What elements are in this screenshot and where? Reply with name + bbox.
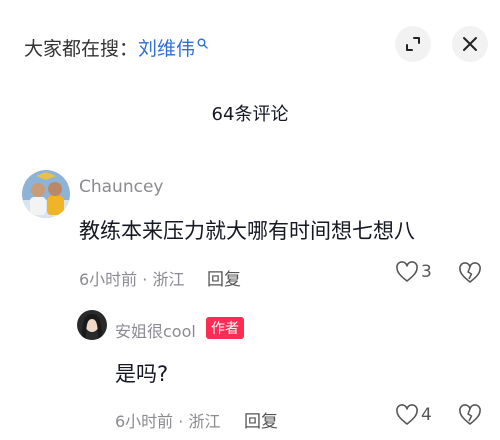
broken-heart-icon <box>459 262 481 283</box>
comments-count-title: 64条评论 <box>211 104 289 125</box>
avatar[interactable] <box>22 170 70 218</box>
expand-button[interactable] <box>395 26 431 62</box>
search-icon <box>197 32 208 54</box>
comment-username[interactable]: Chauncey <box>79 177 163 197</box>
search-keyword[interactable]: 刘维伟 <box>138 38 195 60</box>
comment-meta: 6小时前 · 浙江 <box>115 412 221 431</box>
expand-icon <box>406 37 420 51</box>
avatar[interactable] <box>77 310 107 340</box>
like-button[interactable]: 4 <box>395 404 432 426</box>
close-icon <box>463 37 477 51</box>
heart-icon <box>396 261 418 282</box>
heart-icon <box>396 404 418 425</box>
comment-text: 是吗? <box>115 362 169 386</box>
comment-username[interactable]: 安姐很cool <box>115 318 196 342</box>
dislike-button[interactable] <box>458 404 482 430</box>
broken-heart-icon <box>459 404 481 425</box>
reply-button[interactable]: 回复 <box>207 265 241 290</box>
reply-button[interactable]: 回复 <box>244 407 278 432</box>
search-suggestion[interactable]: 大家都在搜：刘维伟 <box>24 34 208 61</box>
dislike-button[interactable] <box>458 262 482 288</box>
author-badge: 作者 <box>206 317 244 339</box>
close-button[interactable] <box>452 26 488 62</box>
comment-text: 教练本来压力就大哪有时间想七想八 <box>79 219 415 243</box>
like-button[interactable]: 3 <box>395 261 432 283</box>
search-hint-header: 大家都在搜：刘维伟 <box>0 0 500 90</box>
comment-meta: 6小时前 · 浙江 <box>79 270 185 289</box>
like-count: 3 <box>421 262 432 282</box>
search-prefix: 大家都在搜： <box>24 38 139 60</box>
like-count: 4 <box>421 405 432 425</box>
